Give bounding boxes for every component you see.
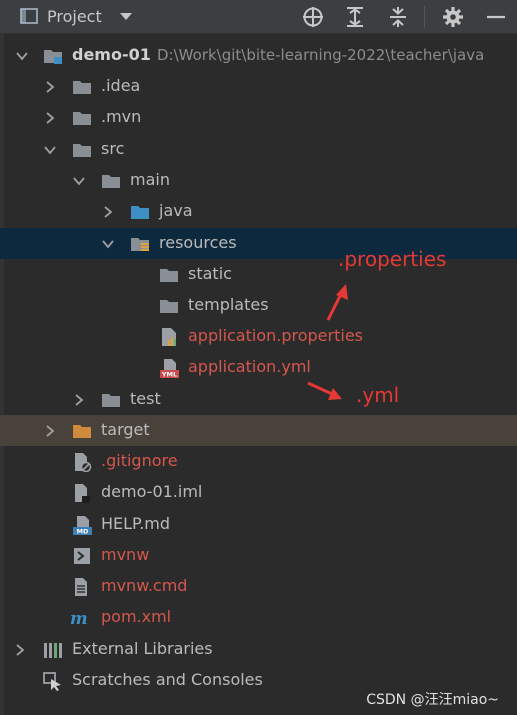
main-label: main (130, 170, 170, 189)
gear-icon[interactable] (442, 6, 464, 28)
gitignore-label: .gitignore (101, 451, 178, 470)
folder-icon (73, 112, 91, 125)
help-label: HELP.md (101, 514, 171, 533)
expand-all-icon[interactable] (344, 6, 366, 28)
scratches-label: Scratches and Consoles (72, 670, 263, 689)
application-yml-label: application.yml (188, 357, 311, 376)
tree-node-src[interactable]: src (0, 134, 517, 165)
tree-node-external-libraries[interactable]: External Libraries (0, 634, 517, 665)
src-label: src (101, 139, 125, 158)
tree-node-main[interactable]: main (0, 165, 517, 196)
tree-node-target[interactable]: target (0, 415, 517, 446)
iml-label: demo-01.iml (101, 482, 203, 501)
excluded-folder-icon (73, 425, 91, 438)
library-icon (44, 643, 62, 658)
test-label: test (130, 389, 161, 408)
tool-window-title[interactable]: Project (47, 7, 102, 26)
chevron-down-icon[interactable] (72, 174, 86, 188)
project-toolbar: Project (0, 0, 517, 34)
chevron-right-icon[interactable] (43, 424, 57, 438)
idea-label: .idea (101, 76, 141, 95)
tree-node-pom[interactable]: m pom.xml (0, 602, 517, 633)
folder-icon (102, 175, 120, 188)
mvnw-cmd-label: mvnw.cmd (101, 576, 188, 595)
java-label: java (159, 201, 193, 220)
annotation-arrow-up-icon (326, 284, 348, 321)
pom-label: pom.xml (101, 607, 172, 626)
resources-folder-icon (131, 238, 149, 251)
folder-icon (160, 269, 178, 282)
tree-node-application-properties[interactable]: application.properties (0, 321, 517, 352)
target-label: target (101, 420, 150, 439)
folder-icon (73, 81, 91, 94)
tree-node-mvnw[interactable]: mvnw (0, 540, 517, 571)
tree-node-iml[interactable]: demo-01.iml (0, 477, 517, 508)
module-folder-icon (44, 50, 62, 64)
project-view-icon (20, 8, 38, 24)
tree-node-java[interactable]: java (0, 196, 517, 227)
folder-icon (73, 144, 91, 157)
watermark: CSDN @汪汪miao~ (366, 692, 499, 708)
root-path: D:\Work\git\bite-learning-2022\teacher\j… (157, 46, 485, 64)
mvn-label: .mvn (101, 107, 142, 126)
application-properties-label: application.properties (188, 326, 363, 345)
locate-icon[interactable] (302, 6, 324, 28)
properties-file-icon (162, 328, 176, 346)
chevron-right-icon[interactable] (72, 393, 86, 407)
yaml-file-icon: YML (160, 359, 179, 378)
static-label: static (188, 264, 232, 283)
chevron-down-icon[interactable] (43, 143, 57, 157)
tree-node-root[interactable]: demo-01 D:\Work\git\bite-learning-2022\t… (0, 40, 517, 71)
chevron-right-icon[interactable] (13, 643, 27, 657)
tree-node-application-yml[interactable]: YML application.yml (0, 352, 517, 383)
svg-text:m: m (70, 608, 88, 628)
shell-script-icon (74, 548, 90, 564)
root-label: demo-01 (72, 45, 151, 64)
resources-label: resources (159, 233, 237, 252)
tree-node-templates[interactable]: templates (0, 290, 517, 321)
ignore-file-icon (75, 453, 92, 472)
tree-node-mvn[interactable]: .mvn (0, 102, 517, 133)
external-libraries-label: External Libraries (72, 639, 213, 658)
maven-icon: m (70, 608, 88, 628)
svg-text:YML: YML (161, 371, 177, 378)
text-file-icon (75, 578, 87, 596)
chevron-down-icon[interactable] (101, 237, 115, 251)
annotation-yml: .yml (356, 383, 400, 407)
mvnw-label: mvnw (101, 545, 150, 564)
tree-node-idea[interactable]: .idea (0, 71, 517, 102)
source-folder-icon (131, 206, 149, 219)
project-tree: demo-01 D:\Work\git\bite-learning-2022\t… (0, 34, 517, 715)
folder-icon (160, 300, 178, 313)
scratches-icon (43, 672, 61, 691)
tree-node-mvnw-cmd[interactable]: mvnw.cmd (0, 571, 517, 602)
hide-icon[interactable] (485, 6, 507, 28)
chevron-down-icon[interactable] (15, 49, 29, 63)
chevron-right-icon[interactable] (43, 80, 57, 94)
annotation-properties: .properties (338, 247, 447, 271)
iml-file-icon (75, 484, 90, 503)
markdown-file-icon: MD (73, 516, 92, 535)
tree-node-test[interactable]: test (0, 384, 517, 415)
chevron-right-icon[interactable] (101, 205, 115, 219)
svg-text:MD: MD (77, 528, 89, 535)
annotation-arrow-icon (307, 381, 342, 400)
dropdown-caret-icon[interactable] (118, 9, 134, 23)
chevron-right-icon[interactable] (43, 111, 57, 125)
collapse-all-icon[interactable] (387, 6, 409, 28)
templates-label: templates (188, 295, 269, 314)
folder-icon (102, 394, 120, 407)
tree-node-help[interactable]: MD HELP.md (0, 509, 517, 540)
tree-node-gitignore[interactable]: .gitignore (0, 446, 517, 477)
toolbar-separator (424, 6, 425, 28)
